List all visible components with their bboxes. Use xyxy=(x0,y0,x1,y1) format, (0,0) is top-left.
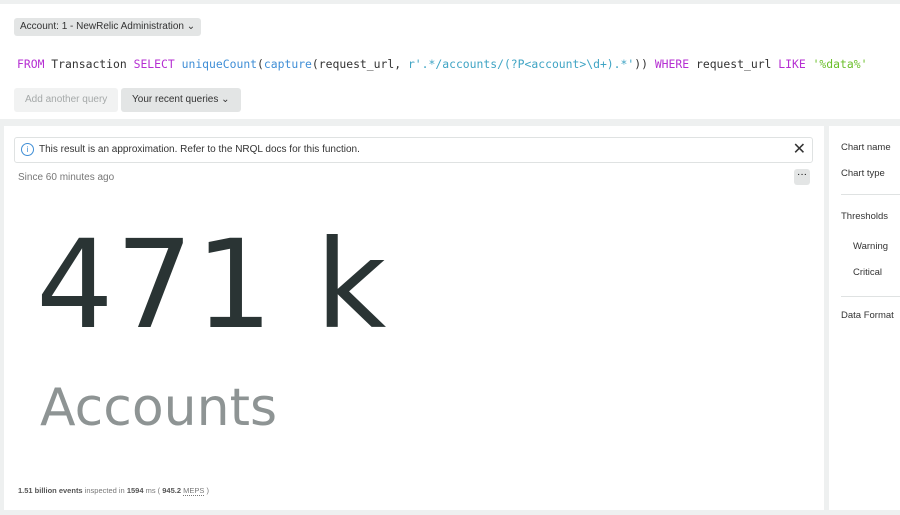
billboard-label: Accounts xyxy=(40,378,278,438)
divider xyxy=(841,296,900,297)
more-options-button[interactable]: ··· xyxy=(794,169,810,185)
data-format-label[interactable]: Data Format xyxy=(841,310,894,321)
thresholds-label[interactable]: Thresholds xyxy=(841,211,888,222)
nrql-query-input[interactable]: FROM Transaction SELECT uniqueCount(capt… xyxy=(17,57,895,71)
chevron-down-icon: ⌄ xyxy=(221,94,230,105)
chart-name-label[interactable]: Chart name xyxy=(841,142,891,153)
divider xyxy=(841,194,900,195)
critical-label[interactable]: Critical xyxy=(853,267,882,278)
add-another-query-button[interactable]: Add another query xyxy=(14,88,119,112)
chevron-down-icon: ⌄ xyxy=(186,21,196,32)
billboard-value: 471 k xyxy=(36,214,389,356)
approximation-notice: i This result is an approximation. Refer… xyxy=(14,137,813,163)
warning-label[interactable]: Warning xyxy=(853,241,888,252)
chart-settings-sidebar: Chart name Chart type Thresholds Warning… xyxy=(829,126,900,510)
account-selector[interactable]: Account: 1 - NewRelic Administration ⌄ xyxy=(14,18,202,36)
query-stats: 1.51 billion events inspected in 1594 ms… xyxy=(18,486,209,496)
close-icon[interactable]: ✕ xyxy=(793,138,806,162)
chart-type-label[interactable]: Chart type xyxy=(841,168,885,179)
info-icon: i xyxy=(21,143,34,156)
query-panel: Account: 1 - NewRelic Administration ⌄ F… xyxy=(0,4,900,119)
result-panel: i This result is an approximation. Refer… xyxy=(4,126,824,510)
time-range: Since 60 minutes ago xyxy=(18,172,115,183)
recent-queries-button[interactable]: Your recent queries ⌄ xyxy=(121,88,241,112)
